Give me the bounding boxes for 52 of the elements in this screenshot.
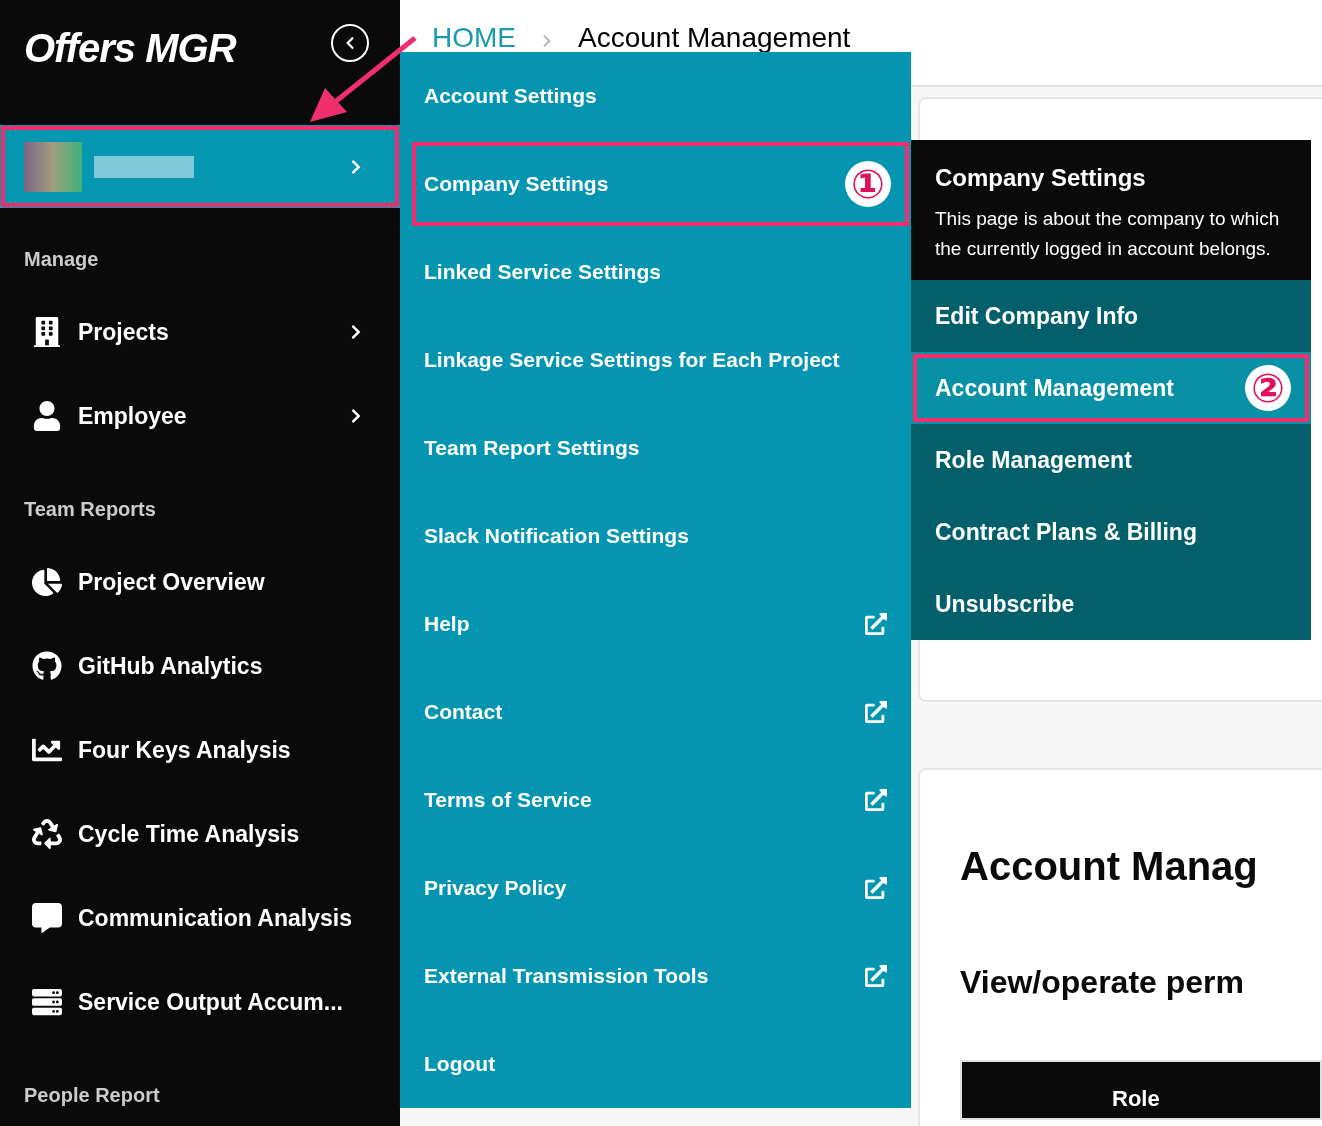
annotation-number: ① xyxy=(845,161,891,207)
menu-item[interactable]: Privacy Policy xyxy=(400,844,911,932)
sidebar-item[interactable]: Service Output Accum... xyxy=(0,960,400,1044)
menu-item[interactable]: Linked Service Settings xyxy=(400,228,911,316)
menu-item[interactable]: Account Settings xyxy=(400,52,911,140)
external-link-icon xyxy=(865,965,887,987)
sidebar-item[interactable]: Projects xyxy=(0,290,400,374)
page-heading: Account Manag xyxy=(960,846,1259,886)
sidebar-item[interactable]: Four Keys Analysis xyxy=(0,708,400,792)
submenu-item[interactable]: Edit Company Info xyxy=(911,280,1311,352)
submenu-description: This page is about the company to which the currently logged in account belongs. xyxy=(935,207,1281,261)
server-icon xyxy=(32,987,62,1017)
section-title: Manage xyxy=(23,247,100,272)
submenu-item[interactable]: Account Management ② xyxy=(911,352,1311,424)
submenu-item[interactable]: Unsubscribe xyxy=(911,568,1311,640)
speech-bubble-icon xyxy=(32,903,62,933)
github-icon xyxy=(32,651,62,681)
breadcrumb-current: Account Management xyxy=(578,24,851,52)
submenu-title: Company Settings xyxy=(935,163,1147,193)
blurred-avatar xyxy=(24,141,82,192)
menu-item[interactable]: Help xyxy=(400,580,911,668)
section-title: People Report xyxy=(23,1083,161,1108)
external-link-icon xyxy=(865,877,887,899)
sidebar-item[interactable]: Employee xyxy=(0,374,400,458)
external-link-icon xyxy=(865,613,887,635)
pie-chart-icon xyxy=(32,567,62,597)
external-link-icon xyxy=(865,789,887,811)
sidebar-item[interactable]: Communication Analysis xyxy=(0,876,400,960)
breadcrumb-link[interactable]: HOME xyxy=(432,24,516,52)
menu-item[interactable]: Company Settings ① xyxy=(410,140,911,228)
external-link-icon xyxy=(865,701,887,723)
sidebar-item[interactable]: GitHub Analytics xyxy=(0,624,400,708)
section-heading: View/operate perm xyxy=(960,966,1245,998)
menu-item[interactable]: Linkage Service Settings for Each Project xyxy=(400,316,911,404)
sidebar-item[interactable]: Cycle Time Analysis xyxy=(0,792,400,876)
sidebar-item[interactable]: Project Overview xyxy=(0,540,400,624)
submenu-item[interactable]: Role Management xyxy=(911,424,1311,496)
submenu-item[interactable]: Contract Plans & Billing xyxy=(911,496,1311,568)
menu-item[interactable]: Logout xyxy=(400,1020,911,1108)
menu-item[interactable]: Team Report Settings xyxy=(400,404,911,492)
column-header: Role xyxy=(1112,1088,1160,1110)
menu-item[interactable]: Contact xyxy=(400,668,911,756)
user-icon xyxy=(32,401,62,431)
menu-item[interactable]: Slack Notification Settings xyxy=(400,492,911,580)
logo: Offers MGR xyxy=(24,28,236,68)
annotation-number: ② xyxy=(1245,365,1291,411)
collapse-button[interactable] xyxy=(331,24,369,62)
section-title: Team Reports xyxy=(23,497,157,522)
menu-item[interactable]: Terms of Service xyxy=(400,756,911,844)
recycle-icon xyxy=(32,819,62,849)
menu-item[interactable]: External Transmission Tools xyxy=(400,932,911,1020)
building-icon xyxy=(32,317,62,347)
